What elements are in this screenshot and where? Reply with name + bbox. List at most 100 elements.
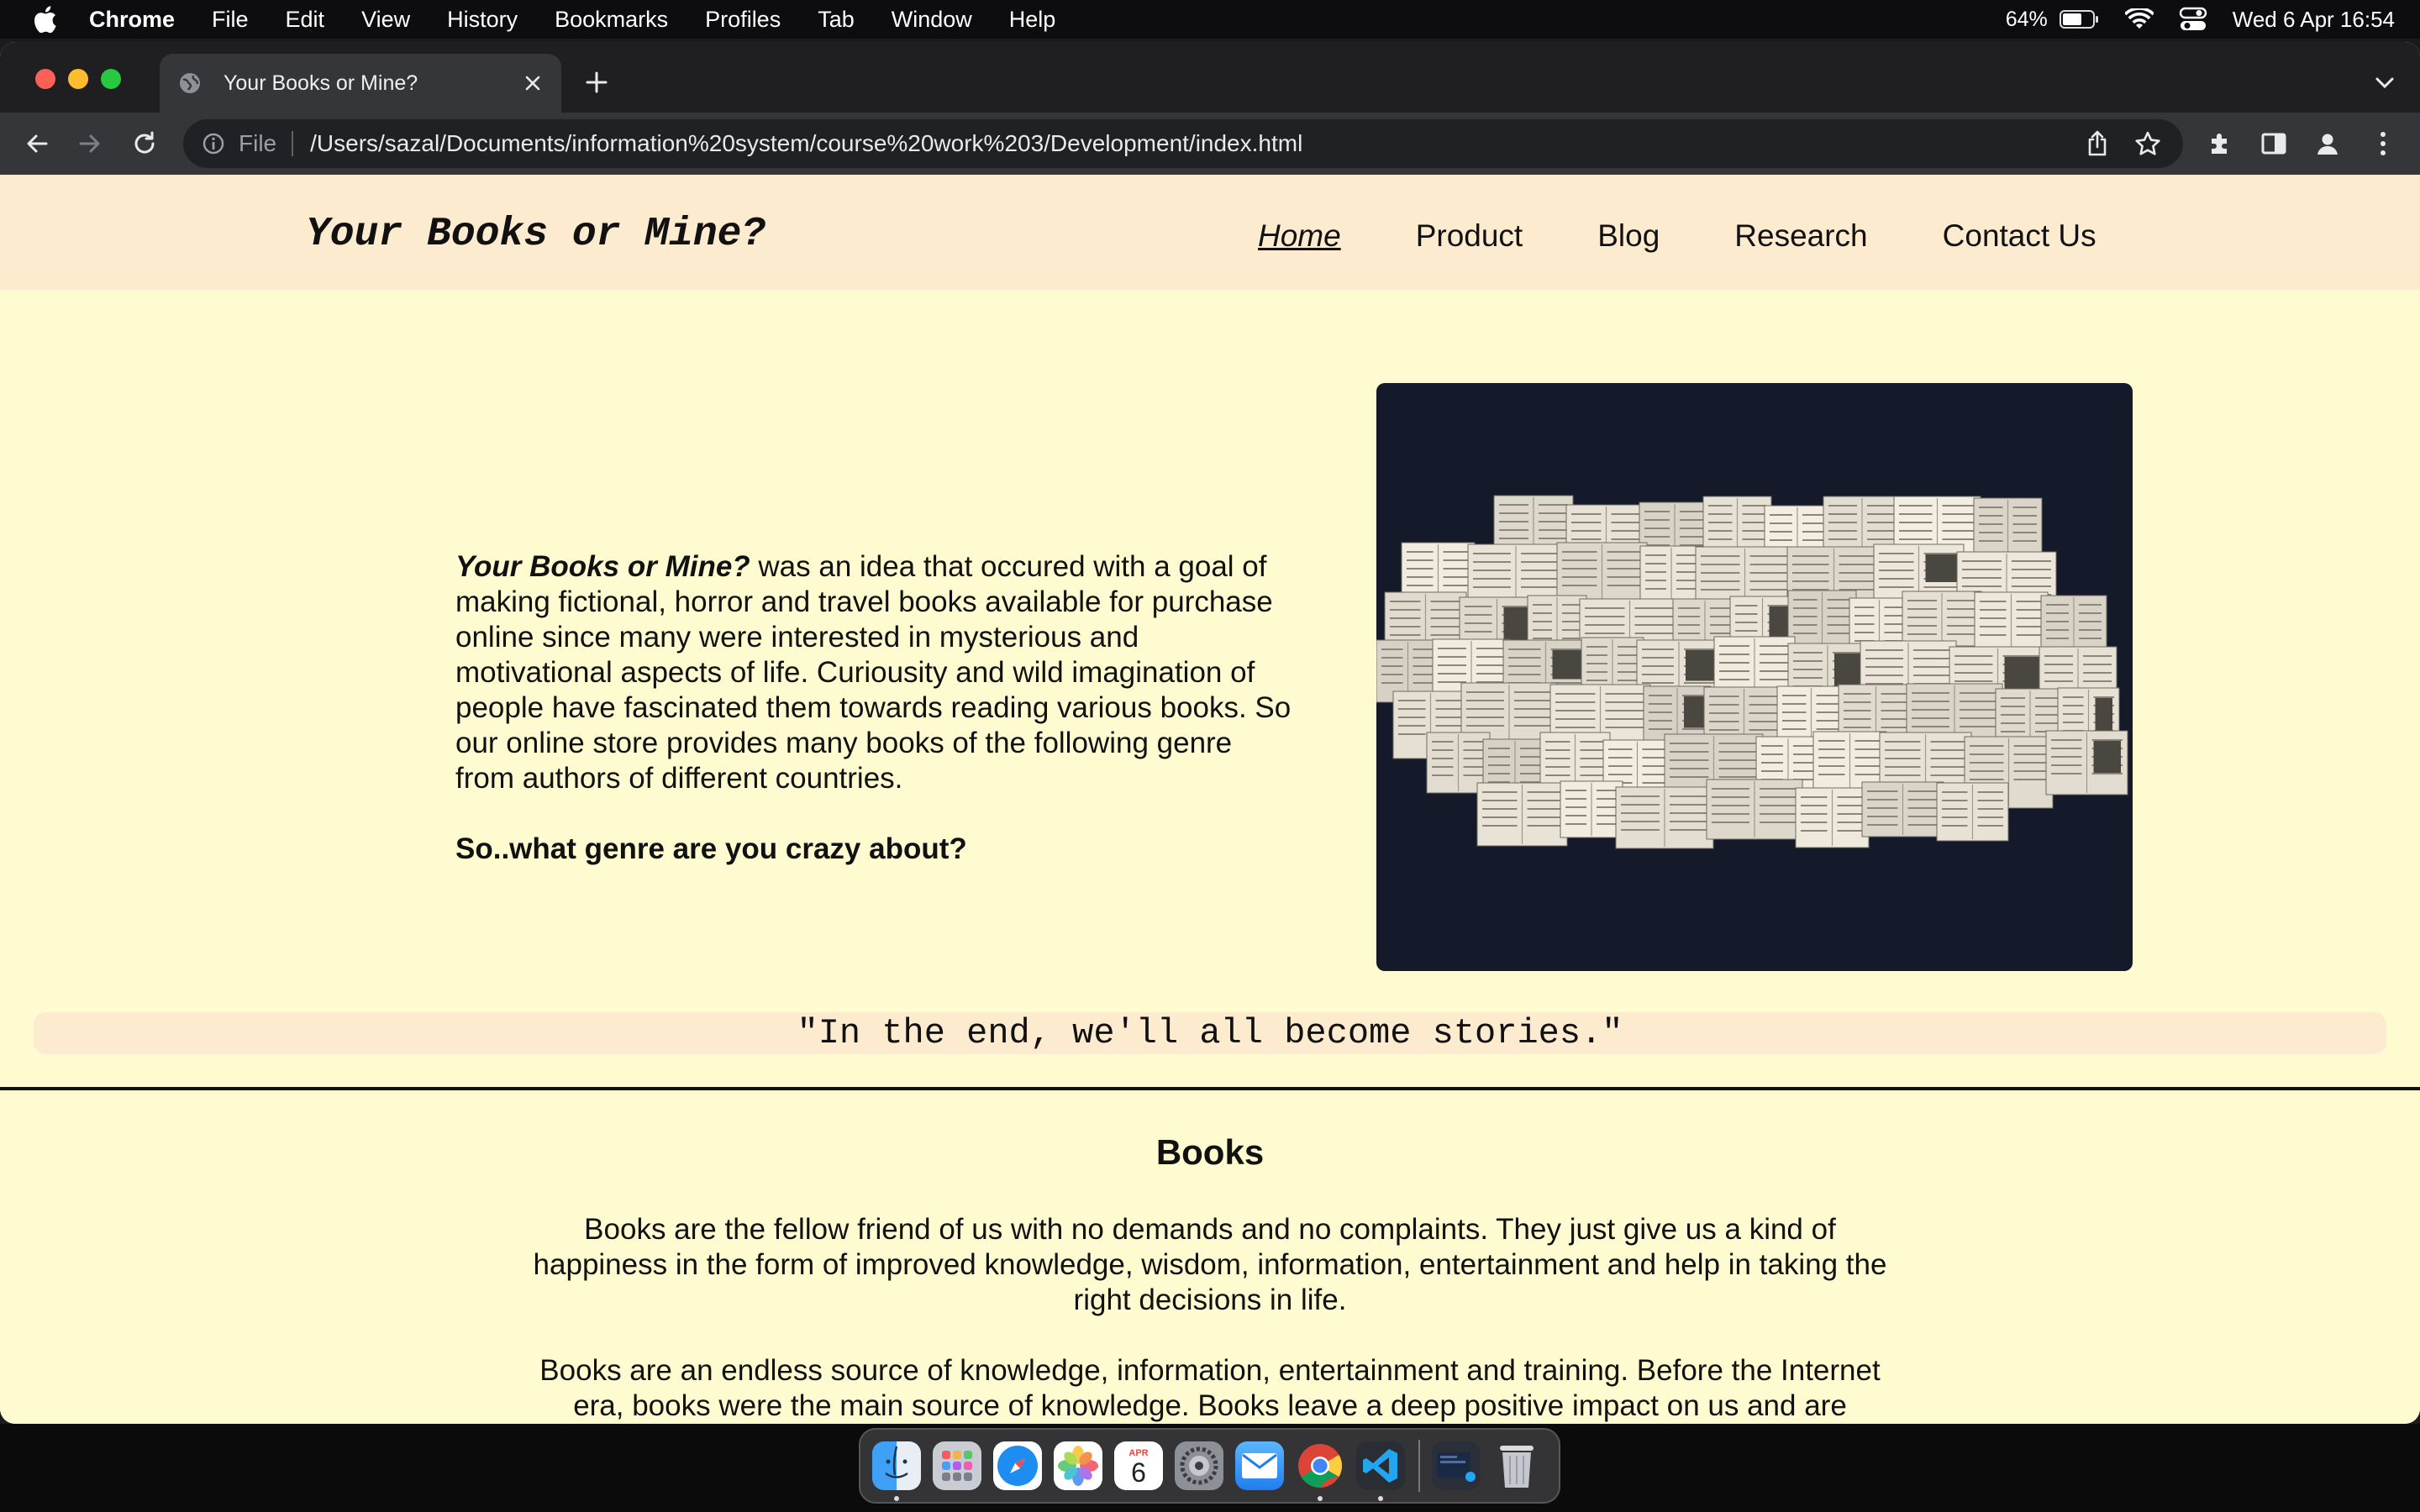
vscode-icon[interactable] (1356, 1441, 1405, 1501)
menubar-clock[interactable]: Wed 6 Apr 16:54 (2233, 7, 2395, 33)
star-icon[interactable] (2133, 129, 2163, 159)
menu-history[interactable]: History (447, 7, 518, 33)
book-text-line (1435, 708, 1463, 710)
side-panel-icon[interactable] (2255, 125, 2292, 162)
book-text-line (1899, 522, 1933, 523)
reload-icon[interactable] (126, 125, 163, 162)
zoom-window-button[interactable] (101, 69, 121, 89)
menu-app-name[interactable]: Chrome (89, 7, 175, 33)
safari-icon[interactable] (993, 1441, 1042, 1490)
book-text-line (1879, 561, 1914, 563)
menu-file[interactable]: File (212, 7, 249, 33)
book-text-line (1642, 782, 1666, 784)
chrome-icon[interactable] (1296, 1441, 1344, 1501)
book-text-line (1607, 585, 1642, 586)
launchpad-icon[interactable] (933, 1441, 981, 1490)
book-text-line (1611, 538, 1641, 540)
nav-product-link[interactable]: Product (1416, 218, 1523, 254)
forward-icon[interactable] (71, 125, 108, 162)
nav-blog-link[interactable]: Blog (1597, 218, 1660, 254)
downloads-stack-icon[interactable] (1432, 1441, 1481, 1490)
book-text-line (2079, 621, 2102, 622)
tab-search-chevron-icon[interactable] (2370, 67, 2400, 97)
book-text-line (1884, 606, 1904, 608)
book-text-line (1642, 757, 1666, 759)
book-text-line (1443, 559, 1470, 561)
book-text-line (1545, 766, 1570, 768)
system-preferences-icon[interactable] (1175, 1441, 1223, 1490)
book-text-line (1473, 553, 1511, 554)
minimize-window-button[interactable] (68, 69, 88, 89)
book-text-line (1670, 776, 1709, 778)
menu-help[interactable]: Help (1009, 7, 1056, 33)
book-text-line (2013, 779, 2048, 780)
books-heading: Books (1155, 1132, 1265, 1172)
back-icon[interactable] (18, 125, 55, 162)
book-text-line (1618, 646, 1639, 648)
book-text-line (1432, 741, 1454, 743)
book-text-line (1597, 823, 1618, 825)
new-tab-plus-icon[interactable] (580, 66, 613, 99)
url-text[interactable]: /Users/sazal/Documents/information%20sys… (310, 130, 2082, 157)
address-bar[interactable]: File /Users/sazal/Documents/information%… (183, 119, 2183, 168)
close-window-button[interactable] (35, 69, 55, 89)
trash-icon[interactable] (1492, 1441, 1541, 1490)
menu-bookmarks[interactable]: Bookmarks (555, 7, 668, 33)
control-center-icon[interactable] (2179, 7, 2207, 32)
book-text-line (1701, 580, 1740, 582)
book-text-line (1555, 710, 1596, 711)
book-text-line (1837, 796, 1864, 798)
book-text-line (1644, 536, 1670, 538)
nav-home-link[interactable]: Home (1258, 218, 1341, 254)
book-text-line (1611, 530, 1641, 532)
book-text-line (1476, 664, 1505, 666)
book-illustration (2095, 698, 2112, 732)
book-text-line (1430, 617, 1461, 619)
book-text-line (1793, 652, 1823, 654)
wifi-icon[interactable] (2124, 8, 2154, 30)
menu-profiles[interactable]: Profiles (705, 7, 781, 33)
book-text-line (1580, 766, 1605, 768)
book-text-line (1527, 808, 1562, 810)
book-text-line (1562, 559, 1597, 561)
nav-research-link[interactable]: Research (1734, 218, 1867, 254)
book-text-line (1644, 511, 1670, 512)
menu-edit[interactable]: Edit (286, 7, 325, 33)
book-text-line (1476, 673, 1505, 675)
book-text-line (1760, 654, 1790, 655)
menu-window[interactable]: Window (892, 7, 972, 33)
chrome-menu-icon[interactable] (2365, 125, 2402, 162)
book-text-line (1381, 674, 1403, 675)
book-text-line (1398, 708, 1426, 710)
share-icon[interactable] (2082, 129, 2112, 159)
book-text-line (1709, 704, 1739, 706)
book-text-line (1514, 700, 1552, 701)
apple-menu-icon[interactable] (32, 5, 57, 34)
book-text-line (1533, 621, 1552, 622)
tab-active[interactable]: Your Books or Mine? (160, 54, 561, 113)
book-text-line (1854, 740, 1881, 742)
book-text-line (2051, 773, 2082, 774)
mail-icon[interactable] (1235, 1441, 1284, 1490)
book-text-line (2001, 714, 2025, 716)
site-info-icon[interactable] (202, 132, 225, 155)
extensions-icon[interactable] (2202, 125, 2238, 162)
book-text-line (1580, 741, 1605, 743)
photos-icon[interactable] (1054, 1441, 1102, 1490)
book-text-line (1749, 580, 1789, 582)
book-text-line (1571, 538, 1602, 540)
calendar-icon[interactable]: APR 6 (1114, 1441, 1163, 1490)
book-text-line (1476, 656, 1505, 658)
tab-close-icon[interactable] (516, 66, 550, 100)
battery-icon[interactable] (2059, 9, 2100, 29)
book-text-line (1580, 774, 1605, 776)
profile-icon[interactable] (2309, 125, 2346, 162)
nav-contact-us-link[interactable]: Contact Us (1943, 218, 2096, 254)
finder-icon[interactable] (872, 1441, 921, 1501)
site-logo[interactable]: Your Books or Mine? (306, 212, 765, 257)
menu-tab[interactable]: Tab (818, 7, 855, 33)
book-text-line (1407, 585, 1434, 586)
book-text-line (1618, 663, 1639, 664)
menu-view[interactable]: View (361, 7, 410, 33)
book-text-line (2046, 621, 2069, 622)
